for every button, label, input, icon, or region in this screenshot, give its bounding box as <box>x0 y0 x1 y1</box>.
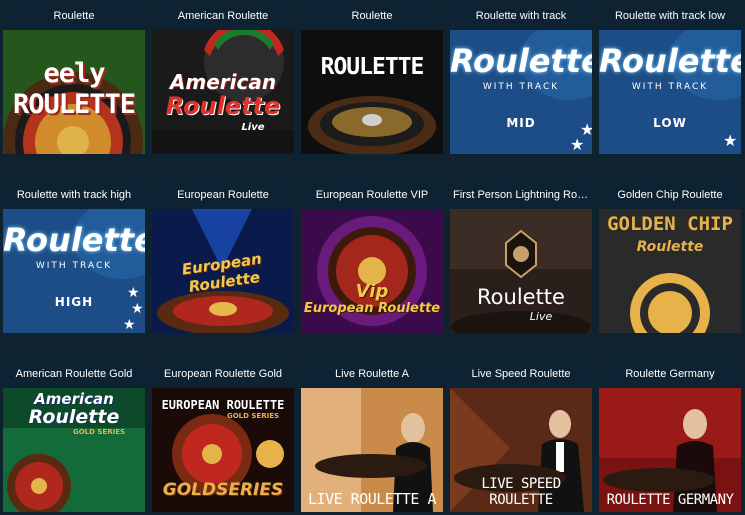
game-thumbnail: European Roulette <box>152 209 294 333</box>
game-logo-line1: EUROPEAN ROULETTE <box>161 398 285 412</box>
game-logo-sub: GOLD SERIES <box>72 428 126 436</box>
game-title: American Roulette Gold <box>3 361 145 388</box>
game-tile-live-speed-roulette[interactable]: Live Speed Roulette LIVE SPEED ROULETTE <box>450 361 592 512</box>
game-tile-roulette-2[interactable]: Roulette ROULETTE <box>301 3 443 154</box>
game-tile-european-roulette-gold[interactable]: European Roulette Gold EUROPEAN ROULETTE… <box>152 361 294 512</box>
game-title: Roulette with track low <box>599 3 741 30</box>
svg-text:★: ★ <box>123 317 136 333</box>
game-logo-line2: European Roulette <box>303 301 441 316</box>
game-tile-european-roulette-vip[interactable]: European Roulette VIP Vip European Roule… <box>301 182 443 333</box>
game-thumbnail: LIVE ROULETTE A <box>301 388 443 512</box>
game-tile-roulette-with-track-low[interactable]: Roulette with track low ★ Roulette WITH … <box>599 3 741 154</box>
game-tile-roulette-with-track-high[interactable]: Roulette with track high ★ ★ ★ Roulette … <box>3 182 145 333</box>
game-caption: ROULETTE GERMANY <box>606 492 734 508</box>
game-title: European Roulette VIP <box>301 182 443 209</box>
game-thumbnail: Roulette Live <box>450 209 592 333</box>
game-logo-sub: GOLD SERIES <box>226 412 280 420</box>
game-badge: MID <box>506 116 536 130</box>
game-thumbnail: ★ ★ Roulette WITH TRACK MID <box>450 30 592 154</box>
game-thumbnail: American Roulette Live <box>152 30 294 154</box>
game-badge: HIGH <box>54 295 94 309</box>
game-logo-line2: Roulette <box>28 406 120 428</box>
game-title: First Person Lightning Rou... <box>450 182 592 209</box>
game-tile-european-roulette[interactable]: European Roulette European Roulette <box>152 182 294 333</box>
game-logo: eely ROULETTE <box>12 58 136 120</box>
game-thumbnail: EUROPEAN ROULETTE GOLD SERIES GOLDSERIES <box>152 388 294 512</box>
game-logo-line2: WITH TRACK <box>35 261 113 271</box>
game-tile-roulette-1[interactable]: Roulette eely ROULETTE <box>3 3 145 154</box>
game-tile-live-roulette-a[interactable]: Live Roulette A LIVE ROULETTE A <box>301 361 443 512</box>
game-tile-roulette-germany[interactable]: Roulette Germany ROULETTE GERMANY <box>599 361 741 512</box>
game-logo-line2: Roulette <box>165 92 281 120</box>
game-logo-sub: Live <box>241 122 265 133</box>
game-thumbnail: GOLDEN CHIP Roulette <box>599 209 741 333</box>
game-title: European Roulette <box>152 182 294 209</box>
game-grid: Roulette eely ROULETTE American Roulette <box>0 0 745 515</box>
game-thumbnail: Vip European Roulette <box>301 209 443 333</box>
game-title: Roulette <box>301 3 443 30</box>
game-logo-line1: Vip <box>355 281 389 302</box>
game-tile-first-person-lightning-roulette[interactable]: First Person Lightning Rou... Roulette L… <box>450 182 592 333</box>
game-title: Golden Chip Roulette <box>599 182 741 209</box>
game-thumbnail: ★ Roulette WITH TRACK LOW <box>599 30 741 154</box>
game-title: Roulette <box>3 3 145 30</box>
game-badge: LOW <box>653 116 687 130</box>
game-thumbnail: ★ ★ ★ Roulette WITH TRACK HIGH <box>3 209 145 333</box>
game-title: Roulette with track <box>450 3 592 30</box>
game-logo-line2: WITH TRACK <box>631 82 709 92</box>
game-tile-american-roulette-gold[interactable]: American Roulette Gold American Roulette… <box>3 361 145 512</box>
game-thumbnail: ROULETTE <box>301 30 443 154</box>
game-title: American Roulette <box>152 3 294 30</box>
game-title: Live Speed Roulette <box>450 361 592 388</box>
game-title: Roulette Germany <box>599 361 741 388</box>
game-logo-line2: Roulette <box>636 239 704 255</box>
svg-text:★: ★ <box>723 131 737 150</box>
game-logo-line1: Roulette <box>450 42 592 80</box>
game-title: Live Roulette A <box>301 361 443 388</box>
game-logo-line1: Roulette <box>477 285 565 309</box>
game-logo-line1: Roulette <box>3 221 145 259</box>
game-tile-roulette-with-track[interactable]: Roulette with track ★ ★ Roulette WITH TR… <box>450 3 592 154</box>
game-thumbnail: LIVE SPEED ROULETTE <box>450 388 592 512</box>
game-logo-line1: American <box>169 70 277 94</box>
game-title: European Roulette Gold <box>152 361 294 388</box>
game-thumbnail: eely ROULETTE <box>3 30 145 154</box>
game-title: Roulette with track high <box>3 182 145 209</box>
svg-text:★: ★ <box>570 135 584 154</box>
game-tile-golden-chip-roulette[interactable]: Golden Chip Roulette GOLDEN CHIP Roulett… <box>599 182 741 333</box>
game-thumbnail: American Roulette GOLD SERIES <box>3 388 145 512</box>
game-logo-sub: Live <box>529 310 553 323</box>
game-logo-line1: Roulette <box>599 42 741 80</box>
game-logo-line2: WITH TRACK <box>482 82 560 92</box>
game-logo: ROULETTE <box>320 54 425 80</box>
game-logo-line1: GOLDEN CHIP <box>607 213 733 235</box>
game-tile-american-roulette[interactable]: American Roulette American Roulette Live <box>152 3 294 154</box>
game-caption: LIVE ROULETTE A <box>308 490 436 508</box>
game-logo-line2: GOLDSERIES <box>162 480 284 500</box>
game-caption: LIVE SPEED ROULETTE <box>481 476 561 508</box>
game-thumbnail: ROULETTE GERMANY <box>599 388 741 512</box>
